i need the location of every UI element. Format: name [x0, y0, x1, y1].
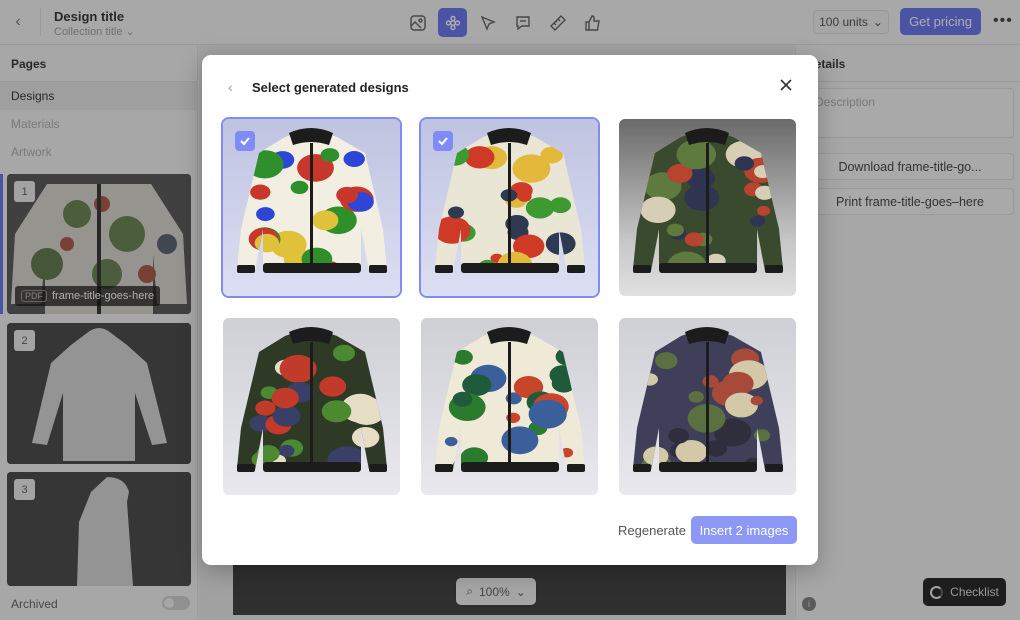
jacket-design-image	[633, 128, 783, 273]
close-button[interactable]	[778, 77, 794, 93]
checkmark-icon	[240, 137, 250, 146]
modal-title: Select generated designs	[252, 80, 409, 95]
design-option-3[interactable]	[619, 119, 796, 296]
select-designs-modal: ‹ Select generated designs Regenerate In…	[202, 55, 818, 565]
design-option-2[interactable]	[421, 119, 598, 296]
selected-checkbox[interactable]	[235, 131, 255, 151]
regenerate-button[interactable]: Regenerate	[602, 516, 702, 544]
design-option-1[interactable]	[223, 119, 400, 296]
jacket-design-image	[633, 327, 783, 472]
chevron-left-icon: ‹	[228, 79, 233, 95]
design-grid	[223, 119, 798, 495]
design-option-5[interactable]	[421, 318, 598, 495]
design-option-4[interactable]	[223, 318, 400, 495]
design-option-6[interactable]	[619, 318, 796, 495]
jacket-design-image	[435, 327, 585, 472]
close-icon	[780, 79, 792, 91]
selected-checkbox[interactable]	[433, 131, 453, 151]
jacket-design-image	[237, 327, 387, 472]
checkmark-icon	[438, 137, 448, 146]
modal-back-button[interactable]: ‹	[228, 79, 233, 95]
insert-images-button[interactable]: Insert 2 images	[691, 516, 797, 544]
